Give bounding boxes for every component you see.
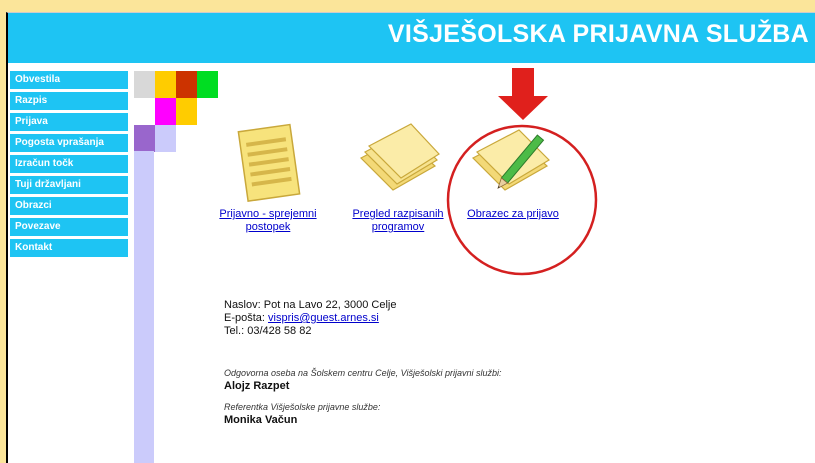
responsible-block: Odgovorna oseba na Šolskem centru Celje,… [224, 367, 501, 393]
nav-item-tuji-drzavljani[interactable]: Tuji državljani [10, 176, 128, 194]
highlight-annotation [446, 68, 598, 276]
email-label: E-pošta: [224, 312, 269, 324]
header-bar: VIŠJEŠOLSKA PRIJAVNA SLUŽBA [8, 13, 815, 63]
responsible-name: Alojz Razpet [224, 380, 290, 392]
deco-square [176, 71, 197, 98]
nav-item-pogosta-vprasanja[interactable]: Pogosta vprašanja [10, 134, 128, 152]
contact-block: Naslov: Pot na Lavo 22, 3000 Celje E-poš… [224, 299, 396, 338]
deco-strip [134, 151, 154, 463]
nav-item-kontakt[interactable]: Kontakt [10, 239, 128, 257]
email-line: E-pošta: vispris@guest.arnes.si [224, 312, 396, 325]
nav-item-obrazci[interactable]: Obrazci [10, 197, 128, 215]
nav-item-obvestila[interactable]: Obvestila [10, 71, 128, 89]
document-icon[interactable] [223, 118, 313, 208]
nav-item-povezave[interactable]: Povezave [10, 218, 128, 236]
nav-item-razpis[interactable]: Razpis [10, 92, 128, 110]
responsible-label: Odgovorna oseba na Šolskem centru Celje,… [224, 368, 502, 378]
highlight-circle [446, 124, 598, 276]
deco-square [197, 71, 218, 98]
papers-stack-icon[interactable] [353, 118, 443, 208]
deco-square [155, 98, 176, 125]
referent-block: Referentka Višješolske prijavne službe: … [224, 401, 380, 427]
email-link[interactable]: vispris@guest.arnes.si [268, 312, 379, 324]
link-prijavno-sprejemni-line1[interactable]: Prijavno - sprejemni [208, 208, 328, 221]
phone-text: Tel.: 03/428 58 82 [224, 325, 312, 337]
referent-label: Referentka Višješolske prijavne službe: [224, 402, 381, 412]
referent-name: Monika Vačun [224, 414, 298, 426]
deco-square [176, 98, 197, 125]
nav-item-prijava[interactable]: Prijava [10, 113, 128, 131]
page-title: VIŠJEŠOLSKA PRIJAVNA SLUŽBA [387, 20, 809, 48]
nav-item-izracun-tock[interactable]: Izračun točk [10, 155, 128, 173]
deco-square [155, 125, 176, 152]
sidebar-nav: Obvestila Razpis Prijava Pogosta vprašan… [10, 71, 128, 260]
deco-square [155, 71, 176, 98]
link-prijavno-sprejemni-line2[interactable]: postopek [208, 221, 328, 234]
deco-square [134, 71, 155, 98]
card-prijavno-sprejemni[interactable]: Prijavno - sprejemni postopek [208, 118, 328, 234]
down-arrow-icon [498, 68, 548, 120]
address-text: Naslov: Pot na Lavo 22, 3000 Celje [224, 299, 397, 311]
deco-square [134, 125, 155, 152]
page-frame: VIŠJEŠOLSKA PRIJAVNA SLUŽBA Obvestila Ra… [6, 12, 815, 463]
